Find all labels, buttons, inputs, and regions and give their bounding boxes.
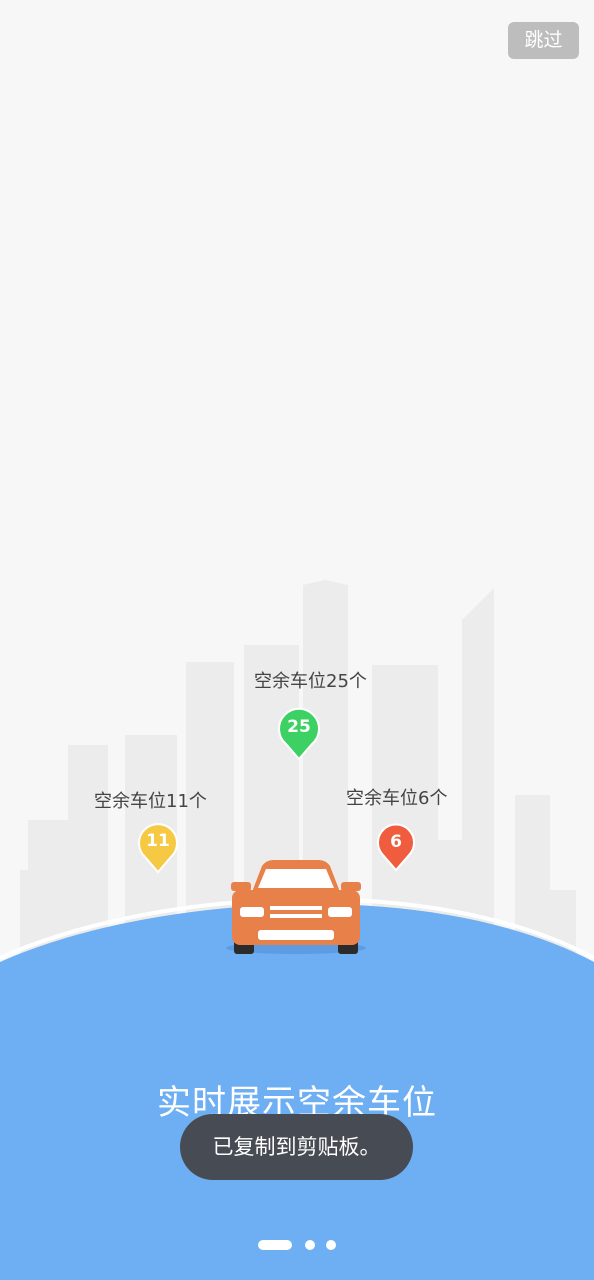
page-indicator [0,1238,594,1252]
pin-label: 空余车位11个 [94,791,207,812]
pin-label: 空余车位6个 [346,788,448,809]
toast-message: 已复制到剪贴板。 [180,1114,413,1180]
pin-count: 6 [390,832,402,852]
pin-count: 25 [287,717,311,737]
page-dot-active[interactable] [258,1240,292,1250]
page-dot[interactable] [305,1240,315,1250]
page-dot[interactable] [326,1240,336,1250]
pin-count: 11 [146,831,170,851]
pin-label: 空余车位25个 [254,671,367,692]
